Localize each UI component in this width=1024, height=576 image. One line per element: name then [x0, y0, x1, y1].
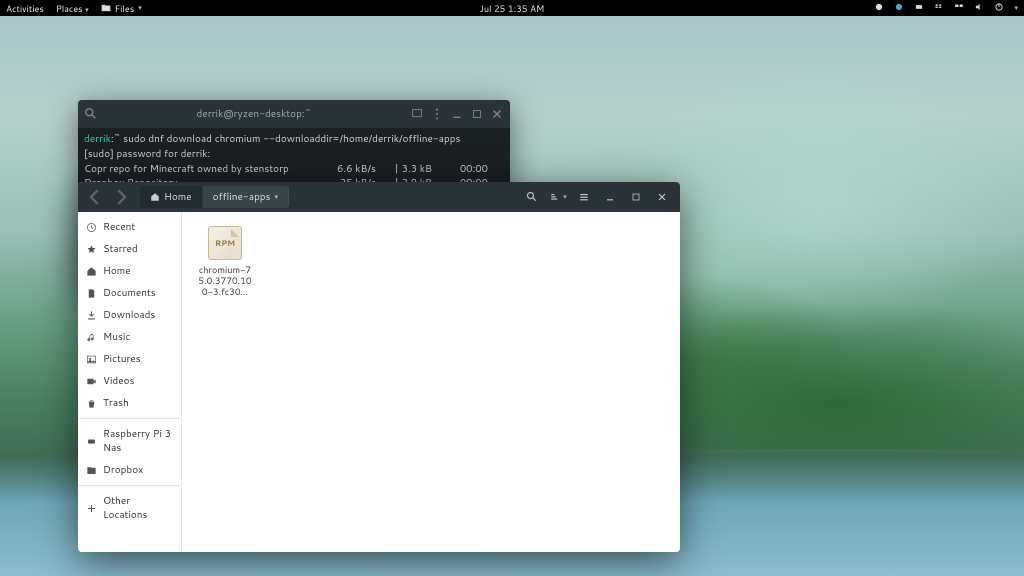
nav-back-button[interactable] — [84, 186, 106, 208]
hamburger-menu-button[interactable] — [572, 186, 596, 208]
path-segment-current[interactable]: offline-apps ▾ — [203, 186, 289, 208]
sidebar-item-pictures[interactable]: Pictures — [78, 348, 181, 370]
path-segment-home[interactable]: Home — [140, 186, 203, 208]
sidebar-item-trash[interactable]: Trash — [78, 392, 181, 414]
sidebar-item-music[interactable]: Music — [78, 326, 181, 348]
folder-icon — [101, 3, 111, 13]
rpm-package-icon: RPM — [208, 226, 242, 260]
file-item-rpm[interactable]: RPM chromium-75.0.3770.100-3.fc30… — [192, 222, 258, 301]
terminal-title: derrik@ryzen-desktop:~ — [104, 107, 404, 121]
path-bar: Home offline-apps ▾ — [140, 186, 289, 208]
tray-discord-icon[interactable] — [874, 2, 884, 15]
tray-app-icon[interactable] — [894, 2, 904, 15]
sidebar-item-recent[interactable]: Recent — [78, 216, 181, 238]
files-content[interactable]: RPM chromium-75.0.3770.100-3.fc30… — [182, 212, 680, 552]
files-header: Home offline-apps ▾ ▾ — [78, 182, 680, 212]
view-options-button[interactable]: ▾ — [546, 186, 570, 208]
sidebar-mount-dropbox[interactable]: Dropbox — [78, 459, 181, 481]
tray-power-icon[interactable] — [994, 2, 1004, 15]
nav-forward-button[interactable] — [110, 186, 132, 208]
sidebar-item-videos[interactable]: Videos — [78, 370, 181, 392]
maximize-button[interactable] — [624, 186, 648, 208]
sidebar-divider — [78, 485, 181, 486]
files-sidebar: Recent Starred Home Documents Downloads … — [78, 212, 182, 552]
places-menu[interactable]: Places ▾ — [56, 2, 89, 15]
close-button[interactable] — [490, 107, 504, 121]
file-label: chromium-75.0.3770.100-3.fc30… — [196, 264, 254, 297]
maximize-button[interactable] — [470, 107, 484, 121]
sidebar-item-documents[interactable]: Documents — [78, 282, 181, 304]
top-panel: Activities Places ▾ Files ▾ Jul 25 1:35 … — [0, 0, 1024, 16]
sidebar-other-locations[interactable]: Other Locations — [78, 490, 181, 526]
sidebar-divider — [78, 418, 181, 419]
sidebar-item-downloads[interactable]: Downloads — [78, 304, 181, 326]
tray-volume-icon[interactable] — [974, 2, 984, 15]
sidebar-item-home[interactable]: Home — [78, 260, 181, 282]
tray-chevron-icon[interactable]: ▾ — [1014, 3, 1018, 13]
terminal-search-icon[interactable] — [84, 107, 98, 121]
tray-workspace-icon[interactable] — [954, 2, 964, 15]
terminal-titlebar[interactable]: derrik@ryzen-desktop:~ — [78, 100, 510, 128]
minimize-button[interactable] — [598, 186, 622, 208]
sidebar-item-starred[interactable]: Starred — [78, 238, 181, 260]
chevron-down-icon: ▾ — [275, 192, 279, 202]
files-menu[interactable]: Files ▾ — [101, 2, 142, 15]
sidebar-mount-nas[interactable]: Raspberry Pi 3 Nas — [78, 423, 181, 459]
terminal-menu-icon[interactable] — [430, 107, 444, 121]
activities-button[interactable]: Activities — [6, 2, 44, 15]
close-button[interactable] — [650, 186, 674, 208]
home-icon — [150, 192, 160, 202]
tray-indicator-icon[interactable] — [914, 2, 924, 15]
search-button[interactable] — [520, 186, 544, 208]
minimize-button[interactable] — [450, 107, 464, 121]
files-window: Home offline-apps ▾ ▾ Recent Starred Hom… — [78, 182, 680, 552]
clock[interactable]: Jul 25 1:35 AM — [480, 2, 545, 15]
tray-dropbox-icon[interactable] — [934, 2, 944, 15]
terminal-newtab-icon[interactable] — [410, 107, 424, 121]
